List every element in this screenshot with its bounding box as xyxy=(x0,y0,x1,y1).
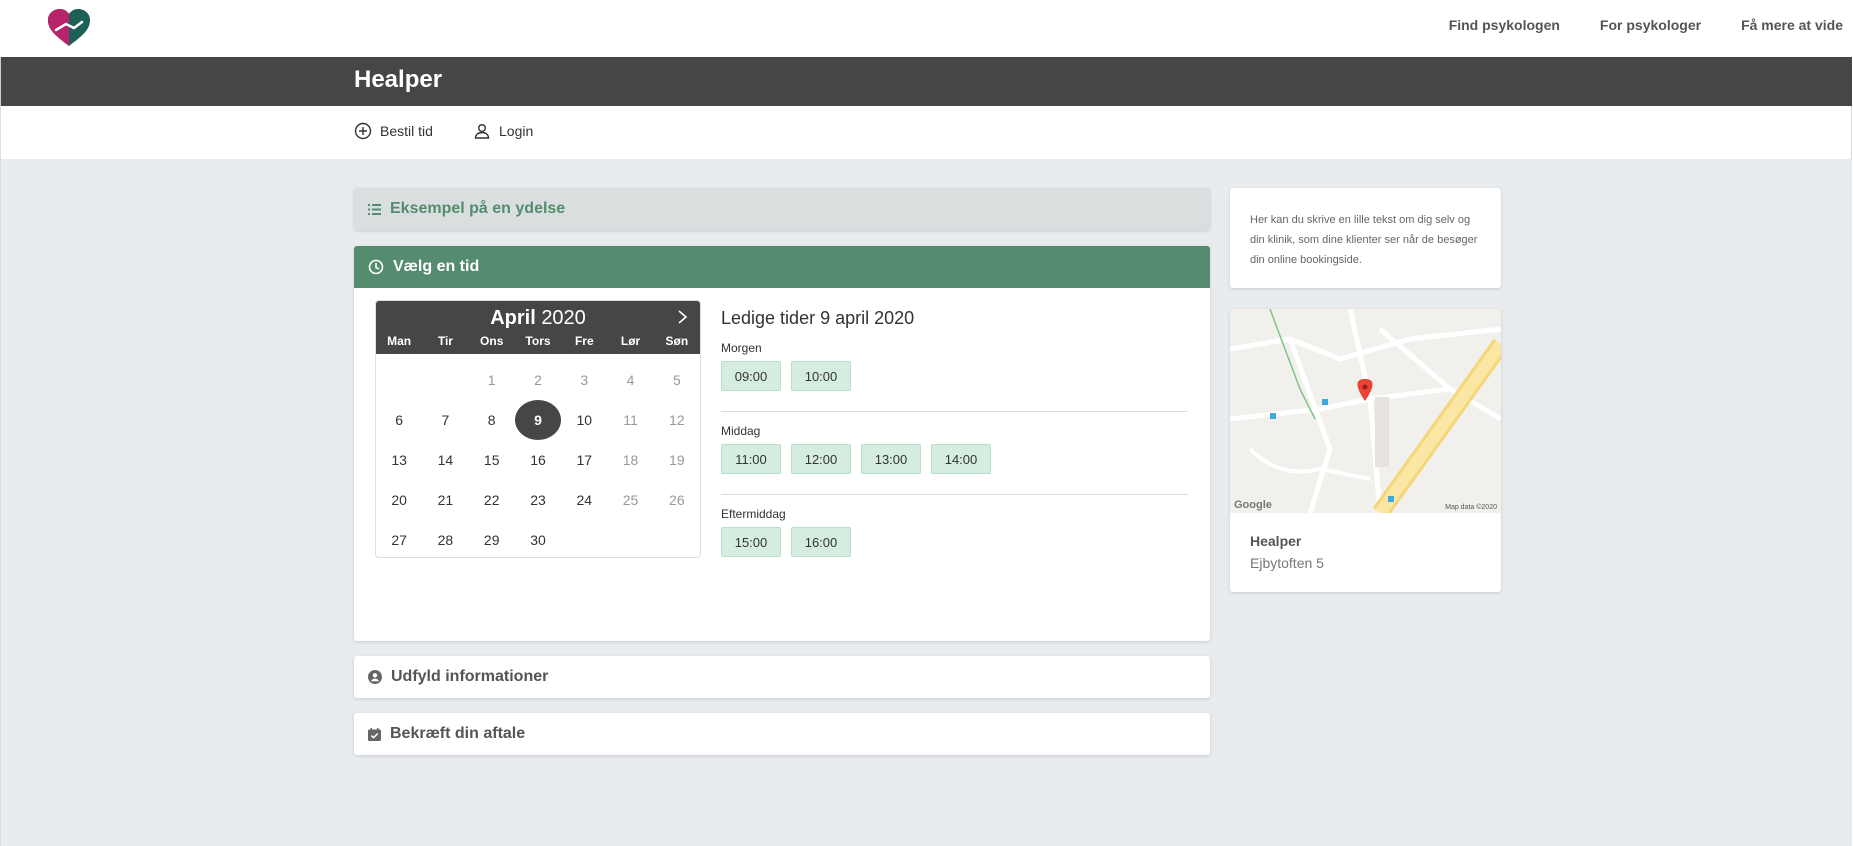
about-card: Her kan du skrive en lille tekst om dig … xyxy=(1230,188,1501,288)
calendar-day[interactable]: 23 xyxy=(515,480,561,520)
calendar-day: 5 xyxy=(672,372,681,388)
calendar-day[interactable]: 14 xyxy=(422,440,468,480)
title-bar: Healper xyxy=(0,57,1852,106)
service-step-title: Eksempel på en ydelse xyxy=(390,200,566,217)
service-step-panel[interactable]: Eksempel på en ydelse xyxy=(354,188,1210,230)
fill-info-title: Udfyld informationer xyxy=(391,668,549,685)
time-slot[interactable]: 14:00 xyxy=(931,444,991,474)
calendar-day[interactable]: 20 xyxy=(376,480,422,520)
top-navigation: Find psykologen For psykologer Få mere a… xyxy=(0,0,1853,57)
calendar-empty-cell xyxy=(376,360,422,400)
nav-find-psychologist[interactable]: Find psykologen xyxy=(1449,17,1560,33)
time-slots: Ledige tider 9 april 2020 Morgen 09:00 1… xyxy=(721,300,1188,577)
calendar-day[interactable]: 17 xyxy=(561,440,607,480)
page-title: Healper xyxy=(354,66,443,93)
slot-group-label: Eftermiddag xyxy=(721,507,786,521)
time-slot[interactable]: 13:00 xyxy=(861,444,921,474)
slots-title: Ledige tider 9 april 2020 xyxy=(721,308,915,328)
weekday-label: Tors xyxy=(525,334,551,348)
calendar-day: 18 xyxy=(622,452,639,468)
calendar-check-icon xyxy=(368,727,381,741)
location-address: Ejbytoften 5 xyxy=(1250,555,1324,571)
calendar-day[interactable]: 10 xyxy=(561,400,607,440)
slot-group-afternoon: Eftermiddag 15:00 16:00 xyxy=(721,507,1188,577)
calendar-day[interactable]: 22 xyxy=(469,480,515,520)
calendar-day[interactable]: 28 xyxy=(422,520,468,557)
calendar-day[interactable]: 8 xyxy=(469,400,515,440)
map-graphic xyxy=(1230,309,1501,519)
chevron-right-icon[interactable] xyxy=(674,307,690,327)
choose-time-title: Vælg en tid xyxy=(393,258,480,275)
nav-learn-more[interactable]: Få mere at vide xyxy=(1741,17,1843,33)
book-appointment-label: Bestil tid xyxy=(380,123,433,139)
location-card: Google Map data ©2020 Healper Ejbytoften… xyxy=(1230,309,1501,592)
calendar-day: 4 xyxy=(626,372,635,388)
calendar-day[interactable]: 16 xyxy=(515,440,561,480)
time-slot[interactable]: 11:00 xyxy=(721,444,781,474)
slot-group-label: Middag xyxy=(721,424,761,438)
calendar-year: 2020 xyxy=(541,307,586,329)
slot-group-morning: Morgen 09:00 10:00 xyxy=(721,341,1188,412)
weekday-label: Søn xyxy=(665,334,689,348)
calendar-weekdays: Man Tir Ons Tors Fre Lør Søn xyxy=(376,334,700,348)
calendar-day[interactable]: 15 xyxy=(469,440,515,480)
user-icon xyxy=(474,124,490,139)
slot-group-label: Morgen xyxy=(721,341,762,355)
book-appointment-link[interactable]: Bestil tid xyxy=(354,122,433,140)
map-attribution: Map data ©2020 xyxy=(1445,504,1497,511)
fill-info-panel[interactable]: Udfyld informationer xyxy=(354,656,1210,698)
calendar-grid: 1 2 3 4 5 6 7 8 9 10 11 12 13 14 15 16 1… xyxy=(376,360,700,557)
calendar-day[interactable]: 13 xyxy=(376,440,422,480)
calendar: April 2020 Man Tir Ons Tors Fre Lør Søn … xyxy=(375,300,701,558)
weekday-label: Fre xyxy=(574,334,594,348)
calendar-day: 25 xyxy=(622,492,639,508)
about-text: Her kan du skrive en lille tekst om dig … xyxy=(1250,214,1478,266)
map-google-logo: Google xyxy=(1234,499,1272,511)
healper-logo[interactable] xyxy=(46,8,92,48)
time-slot[interactable]: 16:00 xyxy=(791,527,851,557)
calendar-day: 26 xyxy=(669,492,685,508)
calendar-day[interactable]: 29 xyxy=(469,520,515,557)
login-label: Login xyxy=(499,123,534,139)
weekday-label: Ons xyxy=(480,334,504,348)
calendar-day[interactable]: 27 xyxy=(376,520,422,557)
time-slot[interactable]: 10:00 xyxy=(791,361,851,391)
calendar-day: 3 xyxy=(580,372,589,388)
calendar-day[interactable]: 24 xyxy=(561,480,607,520)
slot-group-midday: Middag 11:00 12:00 13:00 14:00 xyxy=(721,424,1188,495)
calendar-day: 11 xyxy=(623,412,638,428)
location-name: Healper xyxy=(1250,533,1302,549)
main-content: Eksempel på en ydelse Vælg en tid April … xyxy=(0,159,1852,846)
plus-circle-icon xyxy=(354,122,372,140)
calendar-month: April xyxy=(490,307,536,329)
calendar-month-year: April 2020 xyxy=(376,307,700,330)
time-slot[interactable]: 15:00 xyxy=(721,527,781,557)
calendar-day: 2 xyxy=(534,372,542,388)
calendar-day: 1 xyxy=(487,372,496,388)
weekday-label: Man xyxy=(387,334,412,348)
weekday-label: Lør xyxy=(620,334,641,348)
time-slot[interactable]: 09:00 xyxy=(721,361,781,391)
calendar-day[interactable]: 21 xyxy=(422,480,468,520)
nav-for-psychologists[interactable]: For psykologer xyxy=(1600,17,1701,33)
confirm-panel[interactable]: Bekræft din aftale xyxy=(354,713,1210,755)
calendar-day[interactable]: 7 xyxy=(422,400,468,440)
calendar-day[interactable]: 6 xyxy=(376,400,422,440)
calendar-day: 19 xyxy=(669,452,685,468)
location-map[interactable]: Google Map data ©2020 xyxy=(1230,309,1501,519)
confirm-title: Bekræft din aftale xyxy=(390,725,526,742)
list-icon xyxy=(368,203,381,215)
sub-navigation: Bestil tid Login xyxy=(0,106,1852,159)
calendar-day: 12 xyxy=(669,412,685,428)
calendar-empty-cell xyxy=(422,360,468,400)
calendar-day[interactable]: 30 xyxy=(515,520,561,557)
time-slot[interactable]: 12:00 xyxy=(791,444,851,474)
user-circle-icon xyxy=(368,670,382,684)
weekday-label: Tir xyxy=(437,334,453,348)
calendar-day-selected[interactable]: 9 xyxy=(514,400,561,440)
choose-time-panel: Vælg en tid April 2020 Man Tir Ons Tors … xyxy=(354,246,1210,641)
clock-icon xyxy=(368,259,384,275)
login-link[interactable]: Login xyxy=(473,122,533,140)
